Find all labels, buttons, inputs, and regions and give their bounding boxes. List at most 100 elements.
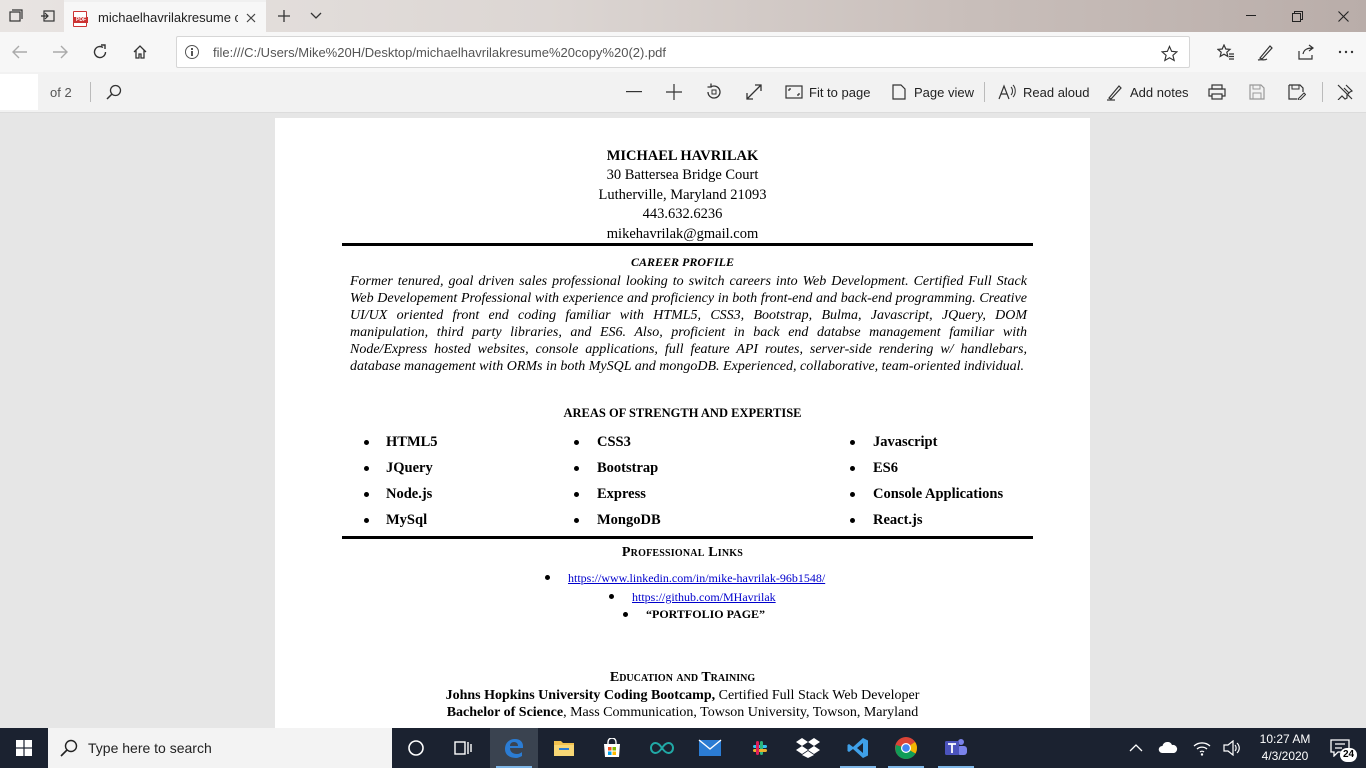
search-icon bbox=[60, 739, 78, 757]
bullet bbox=[574, 466, 579, 471]
refresh-icon[interactable] bbox=[84, 36, 116, 68]
page-view-button[interactable]: Page view bbox=[914, 85, 974, 100]
pdf-file-icon bbox=[73, 11, 88, 27]
page-number-input[interactable] bbox=[0, 74, 38, 110]
skill-item: JQuery bbox=[386, 460, 433, 476]
career-profile-text: Former tenured, goal driven sales profes… bbox=[350, 274, 1027, 374]
skill-item: Node.js bbox=[386, 486, 433, 502]
pin-toolbar-icon[interactable] bbox=[1334, 81, 1356, 103]
save-as-icon[interactable] bbox=[1286, 81, 1308, 103]
education-detail: , Mass Communication, Towson University,… bbox=[563, 705, 919, 720]
favorite-star-icon[interactable] bbox=[1159, 43, 1179, 63]
tab-actions-icon[interactable] bbox=[0, 0, 32, 32]
teams-icon[interactable] bbox=[932, 728, 980, 768]
action-center-icon[interactable]: 24 bbox=[1322, 728, 1362, 768]
tab-active[interactable]: michaelhavrilakresume copy (2).pdf bbox=[64, 0, 266, 32]
print-icon[interactable] bbox=[1206, 81, 1228, 103]
bullet bbox=[850, 518, 855, 523]
windows-start-icon[interactable] bbox=[0, 728, 48, 768]
favorites-list-icon[interactable] bbox=[1210, 36, 1242, 68]
show-hidden-icons-chevron-icon[interactable] bbox=[1126, 738, 1146, 758]
divider bbox=[984, 82, 985, 102]
more-options-icon[interactable] bbox=[1330, 36, 1362, 68]
close-window-icon[interactable] bbox=[1320, 0, 1366, 32]
skill-item: Console Applications bbox=[873, 486, 1004, 502]
cortana-icon[interactable] bbox=[392, 728, 440, 768]
microsoft-store-icon[interactable] bbox=[588, 728, 636, 768]
bullet bbox=[364, 492, 369, 497]
professional-links-heading: Professional Links bbox=[621, 545, 744, 560]
restore-icon[interactable] bbox=[1274, 0, 1320, 32]
new-tab-icon[interactable] bbox=[268, 0, 300, 32]
skill-item: Bootstrap bbox=[597, 460, 659, 476]
add-notes-pen-icon[interactable] bbox=[1104, 81, 1126, 103]
task-view-icon[interactable] bbox=[440, 728, 488, 768]
zoom-in-icon[interactable] bbox=[663, 81, 685, 103]
save-icon[interactable] bbox=[1246, 81, 1268, 103]
chrome-icon[interactable] bbox=[882, 728, 930, 768]
share-icon[interactable] bbox=[1290, 36, 1322, 68]
education-heading: Education and Training bbox=[609, 670, 756, 685]
skill-item: CSS3 bbox=[597, 434, 631, 450]
close-tab-icon[interactable] bbox=[241, 8, 261, 28]
arduino-infinity-icon[interactable] bbox=[638, 728, 686, 768]
skill-item: ES6 bbox=[873, 460, 898, 476]
mail-icon[interactable] bbox=[686, 728, 734, 768]
file-explorer-icon[interactable] bbox=[540, 728, 588, 768]
skill-item: Javascript bbox=[873, 434, 938, 450]
slack-icon[interactable] bbox=[736, 728, 784, 768]
taskbar-search-box[interactable]: Type here to search bbox=[48, 728, 392, 768]
site-info-icon[interactable] bbox=[185, 45, 199, 59]
search-icon[interactable] bbox=[103, 81, 125, 103]
divider-rule bbox=[342, 243, 1033, 246]
divider-rule bbox=[342, 536, 1033, 539]
address-bar[interactable]: file:///C:/Users/Mike%20H/Desktop/michae… bbox=[176, 36, 1190, 68]
bullet bbox=[364, 518, 369, 523]
education-entry: Johns Hopkins University Coding Bootcamp… bbox=[275, 688, 1090, 704]
tab-list-chevron-icon[interactable] bbox=[300, 0, 332, 32]
github-link[interactable]: https://github.com/MHavrilak bbox=[632, 590, 776, 605]
bullet bbox=[623, 612, 628, 617]
address-line-city: Lutherville, Maryland 21093 bbox=[598, 187, 767, 203]
areas-heading: AREAS OF STRENGTH AND EXPERTISE bbox=[563, 406, 802, 420]
home-icon[interactable] bbox=[124, 36, 156, 68]
page-view-icon[interactable] bbox=[888, 81, 910, 103]
set-tabs-aside-icon[interactable] bbox=[32, 0, 64, 32]
dropbox-icon[interactable] bbox=[784, 728, 832, 768]
system-clock[interactable]: 10:27 AM 4/3/2020 bbox=[1252, 731, 1318, 765]
url-text[interactable]: file:///C:/Users/Mike%20H/Desktop/michae… bbox=[213, 45, 666, 60]
bullet bbox=[364, 440, 369, 445]
pdf-page: MICHAEL HAVRILAK 30 Battersea Bridge Cou… bbox=[275, 118, 1090, 738]
read-aloud-button[interactable]: Read aloud bbox=[1023, 85, 1090, 100]
divider bbox=[1322, 82, 1323, 102]
back-arrow-icon[interactable] bbox=[4, 36, 36, 68]
bullet bbox=[850, 492, 855, 497]
bullet bbox=[850, 466, 855, 471]
notification-count-badge: 24 bbox=[1340, 748, 1357, 762]
navigation-bar: file:///C:/Users/Mike%20H/Desktop/michae… bbox=[0, 32, 1366, 72]
zoom-out-icon[interactable] bbox=[623, 81, 645, 103]
skill-item: MongoDB bbox=[597, 512, 661, 528]
read-aloud-icon[interactable] bbox=[996, 81, 1018, 103]
tab-title: michaelhavrilakresume copy (2).pdf bbox=[98, 10, 238, 25]
vscode-icon[interactable] bbox=[834, 728, 882, 768]
rotate-icon[interactable] bbox=[703, 81, 725, 103]
fit-to-page-icon[interactable] bbox=[783, 81, 805, 103]
add-notes-button[interactable]: Add notes bbox=[1130, 85, 1189, 100]
education-degree: Bachelor of Science bbox=[446, 705, 564, 720]
education-entry: Bachelor of Science, Mass Communication,… bbox=[275, 705, 1090, 721]
forward-arrow-icon[interactable] bbox=[44, 36, 76, 68]
skill-item: MySql bbox=[386, 512, 428, 528]
wifi-icon[interactable] bbox=[1192, 738, 1212, 758]
edge-browser-icon[interactable] bbox=[490, 728, 538, 768]
minimize-icon[interactable] bbox=[1228, 0, 1274, 32]
portfolio-page-item: “PORTFOLIO PAGE” bbox=[646, 607, 766, 621]
skill-item: React.js bbox=[873, 512, 923, 528]
onedrive-cloud-icon[interactable] bbox=[1158, 738, 1178, 758]
fit-to-page-button[interactable]: Fit to page bbox=[809, 85, 870, 100]
linkedin-link[interactable]: https://www.linkedin.com/in/mike-havrila… bbox=[568, 571, 825, 586]
volume-icon[interactable] bbox=[1222, 738, 1242, 758]
education-detail: Certified Full Stack Web Developer bbox=[715, 688, 920, 703]
pen-icon[interactable] bbox=[1250, 36, 1282, 68]
fullscreen-icon[interactable] bbox=[743, 81, 765, 103]
